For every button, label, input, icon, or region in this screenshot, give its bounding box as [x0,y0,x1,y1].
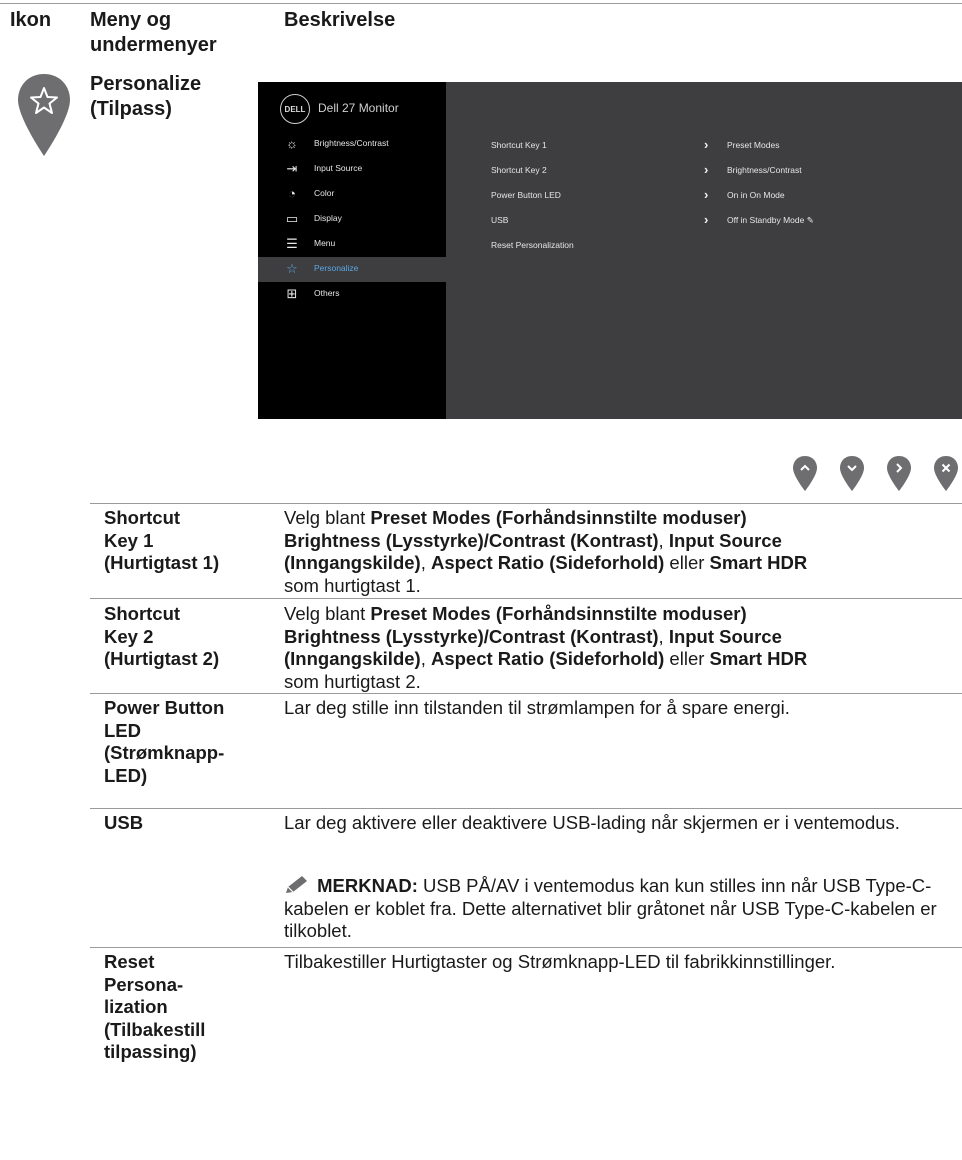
menu-title: Personalize (Tilpass) [90,73,202,120]
osd-row-label: USB [491,215,509,225]
osd-item-label: Color [314,188,335,198]
pen-icon: ✎ [806,215,814,225]
brightness-icon: ☼ [286,136,298,151]
row-name-power-button-led: Power Button LED (Strømknapp- LED) [104,697,225,786]
usb-note: MERKNAD: USB PÅ/AV i ventemodus kan kun … [284,875,944,943]
osd-sidebar: DELL Dell 27 Monitor ☼ Brightness/Contra… [258,82,446,419]
down-arrow-icon [840,456,864,491]
row-desc-usb: Lar deg aktivere eller deaktivere USB-la… [284,812,900,833]
row-name-reset-personalization: Reset Persona-lization (Tilbakestill tilpas… [104,951,206,1062]
osd-row-shortcut-key-2: Shortcut Key 2 › Brightness/Contrast [491,162,951,179]
osd-item-label: Personalize [314,263,359,273]
col-header-menu: Meny og undermenyer [90,9,217,56]
star-icon: ☆ [286,261,298,276]
osd-row-label: Power Button LED [491,190,561,200]
osd-row-shortcut-key-1: Shortcut Key 1 › Preset Modes [491,137,951,154]
osd-item-personalize: ☆ Personalize [258,257,446,282]
row-desc-reset-personalization: Tilbakestiller Hurtigtaster og Strømknap… [284,951,836,972]
up-arrow-icon [793,456,817,491]
osd-row-value: On in On Mode [727,190,785,200]
osd-row-label: Shortcut Key 1 [491,140,547,150]
chevron-right-icon: › [704,187,709,202]
display-monitor-icon: ▭ [285,211,299,226]
note-label: MERKNAD: [317,875,418,896]
osd-row-usb: USB › Off in Standby Mode ✎ [491,212,951,229]
osd-item-label: Input Source [314,163,363,173]
osd-item-label: Display [314,213,342,223]
row-name-usb: USB [104,812,144,833]
osd-row-power-button-led: Power Button LED › On in On Mode [491,187,951,204]
table-rule [90,947,962,948]
osd-row-label: Shortcut Key 2 [491,165,547,175]
col-header-description: Beskrivelse [284,9,396,31]
menu-list-icon: ☰ [286,236,298,251]
osd-item-brightness-contrast: ☼ Brightness/Contrast [258,132,446,157]
osd-row-reset-personalization: Reset Personalization [491,240,951,254]
color-palette-icon: ◔ [288,186,296,201]
osd-item-menu: ☰ Menu [258,232,446,257]
osd-item-color: ◔ Color [258,182,446,207]
osd-row-value: Brightness/Contrast [727,165,802,175]
osd-row-value: Preset Modes [727,140,780,150]
row-desc-shortcut-key-2: Velg blant Preset Modes (Forhåndsinnstil… [284,603,808,692]
close-icon [934,456,958,491]
osd-item-label: Brightness/Contrast [314,138,389,148]
row-desc-shortcut-key-1: Velg blant Preset Modes (Forhåndsinnstil… [284,507,808,596]
chevron-right-icon: › [704,162,709,177]
table-rule [90,598,962,599]
personalize-star-icon [18,74,70,156]
osd-item-label: Menu [314,238,336,248]
row-desc-power-button-led: Lar deg stille inn tilstanden til strøml… [284,697,790,718]
osd-row-value: Off in Standby Mode ✎ [727,215,814,226]
osd-item-input-source: ⇥ Input Source [258,157,446,182]
table-rule [90,693,962,694]
chevron-right-icon: › [704,212,709,227]
input-source-icon: ⇥ [286,161,298,176]
top-rule [0,3,962,4]
others-icon: ⊞ [286,286,298,301]
dell-logo: DELL [280,94,310,124]
osd-item-label: Others [314,288,340,298]
osd-model-name: Dell 27 Monitor [318,101,399,115]
row-name-shortcut-key-2: Shortcut Key 2 (Hurtigtast 2) [104,603,220,669]
right-arrow-icon [887,456,911,491]
osd-row-label: Reset Personalization [491,240,574,250]
col-header-icon: Ikon [10,9,52,31]
osd-item-others: ⊞ Others [258,282,446,307]
chevron-right-icon: › [704,137,709,152]
osd-item-display: ▭ Display [258,207,446,232]
osd-screenshot: DELL Dell 27 Monitor ☼ Brightness/Contra… [258,82,962,419]
table-rule [90,503,962,504]
row-name-shortcut-key-1: Shortcut Key 1 (Hurtigtast 1) [104,507,220,573]
pencil-note-icon [286,876,307,893]
osd-row-value-text: Off in Standby Mode [727,215,805,225]
table-rule [90,808,962,809]
